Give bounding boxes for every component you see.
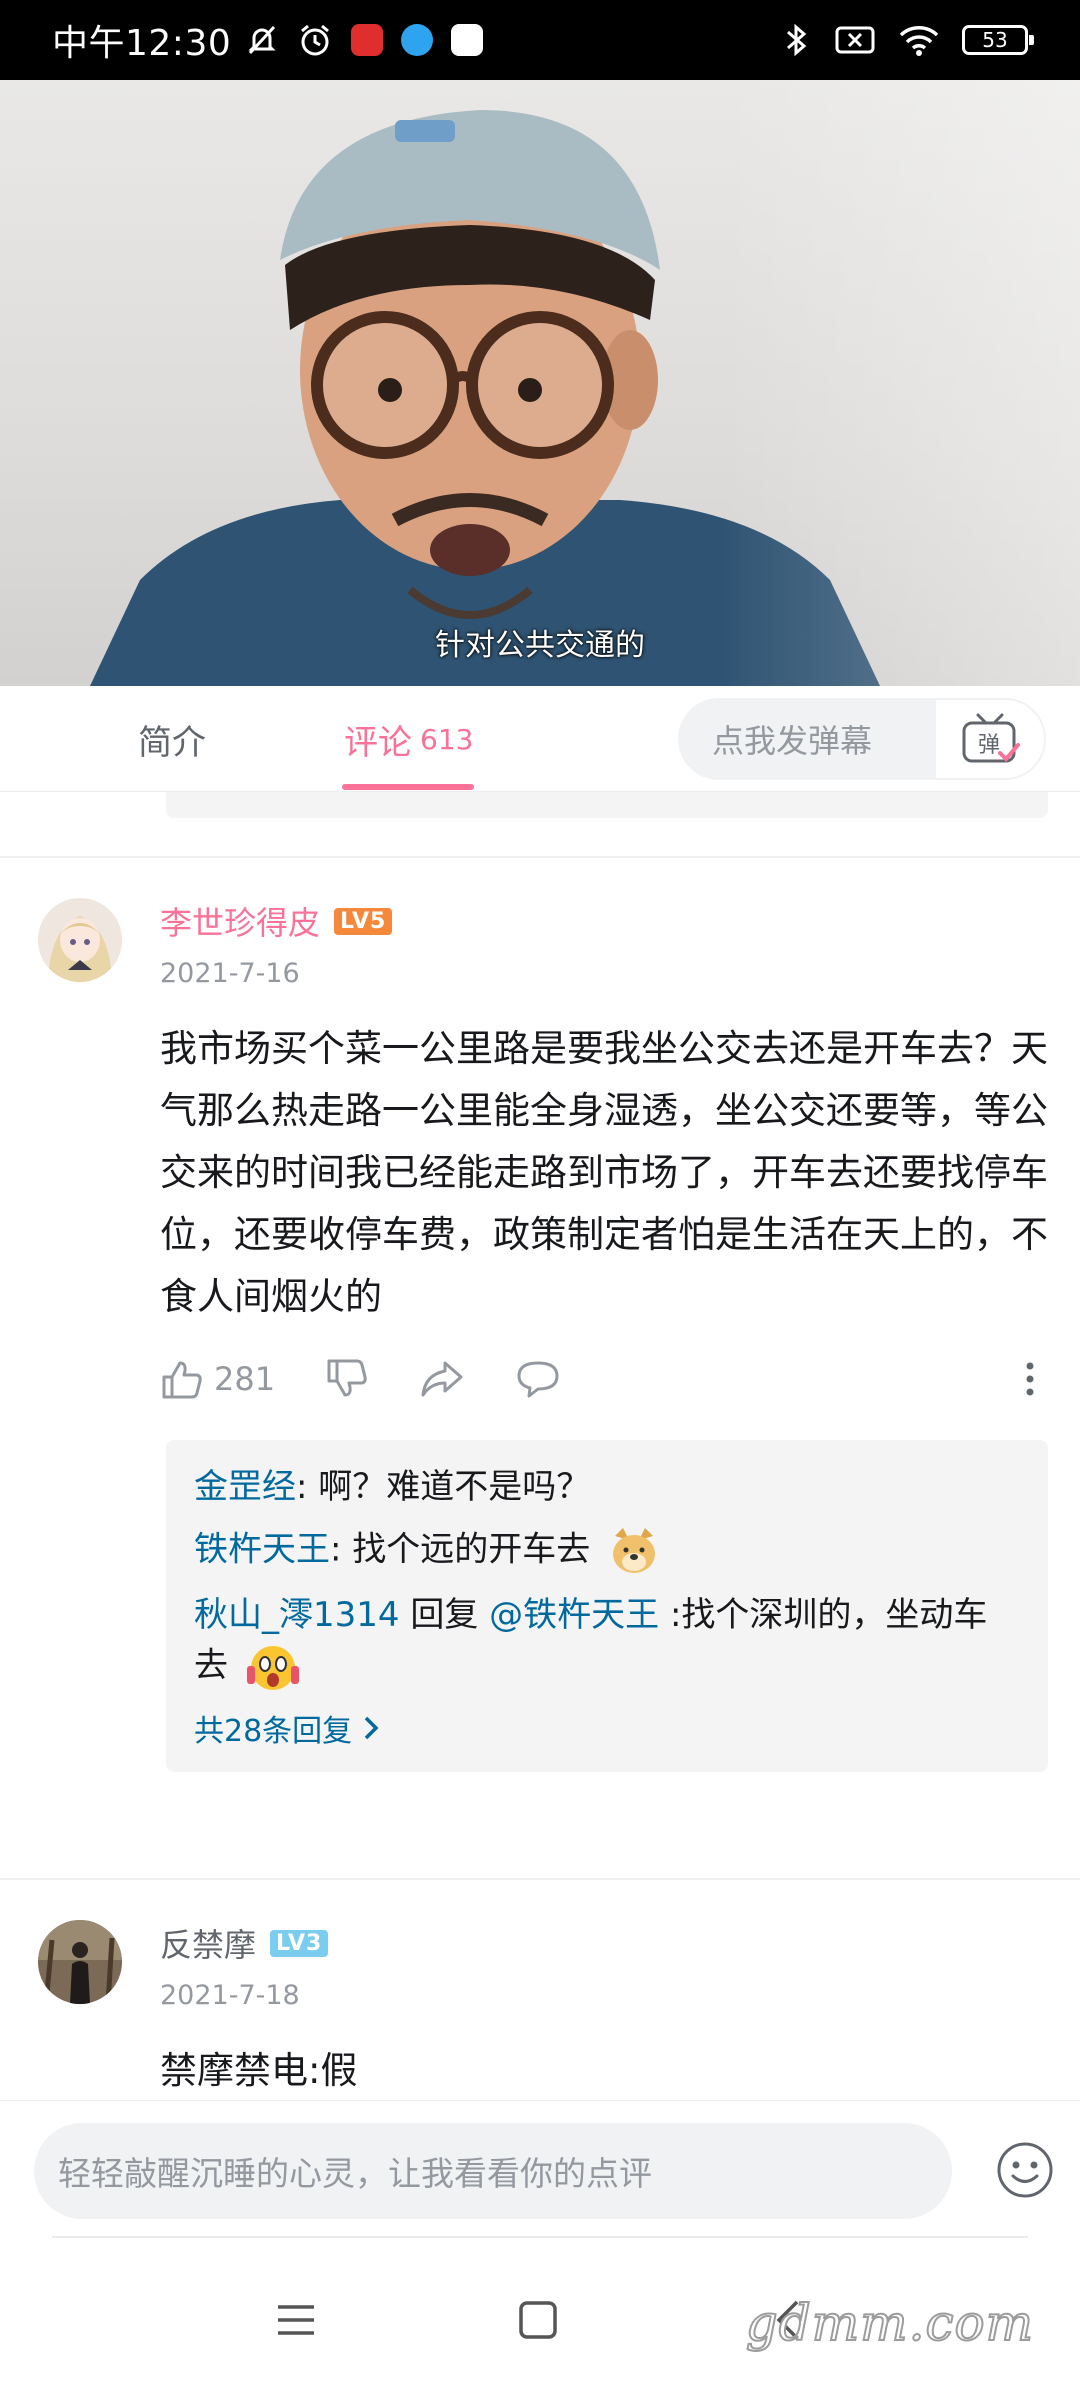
reply-preview-box[interactable]: 金罡经: 啊？难道不是吗？ 铁杵天王: 找个远的开车去 秋山_澪1314 回复 … bbox=[166, 1440, 1048, 1772]
share-button[interactable] bbox=[419, 1357, 465, 1401]
avatar[interactable] bbox=[38, 1920, 122, 2004]
video-background-shade bbox=[720, 80, 1080, 686]
reply-more-label: 共28条回复 bbox=[194, 1714, 353, 1749]
danmaku-placeholder: 点我发弹幕 bbox=[712, 722, 873, 760]
comment-content: 禁摩禁电:假 bbox=[160, 2049, 358, 2092]
watermark: gdmm.com bbox=[745, 2293, 1034, 2353]
tab-bar: 简介 评论 613 点我发弹幕 弹 bbox=[0, 686, 1080, 792]
reply-username[interactable]: 金罡经 bbox=[194, 1467, 296, 1507]
comment-item: 反禁摩 LV3 2021-7-18 禁摩禁电:假 bbox=[0, 1880, 1080, 2100]
view-all-replies-link[interactable]: 共28条回复 bbox=[194, 1706, 1020, 1750]
alarm-icon bbox=[301, 24, 330, 56]
reply-connector: 回复 bbox=[399, 1595, 490, 1635]
status-bar: 中午12:30 53 bbox=[0, 0, 1080, 80]
tab-comments-label: 评论 bbox=[344, 722, 412, 763]
emoji-picker-icon[interactable] bbox=[996, 2141, 1054, 2199]
chevron-right-icon bbox=[364, 1716, 379, 1740]
dislike-button[interactable] bbox=[325, 1357, 369, 1401]
comment-actions: 281 bbox=[160, 1354, 1050, 1404]
comment-date: 2021-7-16 bbox=[160, 958, 300, 989]
anime-avatar-image bbox=[38, 898, 122, 982]
video-player[interactable]: 针对公共交通的 bbox=[0, 80, 1080, 686]
level-badge: LV5 bbox=[334, 907, 393, 935]
tab-intro[interactable]: 简介 bbox=[138, 686, 206, 792]
comment-header: 反禁摩 LV3 bbox=[160, 1920, 329, 1966]
bluetooth-icon bbox=[787, 23, 807, 57]
tab-comments[interactable]: 评论 613 bbox=[344, 686, 473, 792]
status-left-icons bbox=[245, 22, 484, 58]
comment-item: 李世珍得皮 LV5 2021-7-16 我市场买个菜一公里路是要我坐公交去还是开… bbox=[0, 858, 1080, 1878]
like-button[interactable]: 281 bbox=[160, 1357, 275, 1401]
no-sim-icon bbox=[835, 26, 875, 54]
bottom-separator bbox=[52, 2236, 1028, 2238]
more-options-button[interactable] bbox=[1010, 1354, 1050, 1404]
menu-icon bbox=[278, 2305, 314, 2335]
reply-text: : 啊？难道不是吗？ bbox=[296, 1467, 591, 1507]
thumbs-down-icon bbox=[327, 1359, 367, 1397]
wifi-icon bbox=[899, 26, 939, 56]
comment-date: 2021-7-18 bbox=[160, 1980, 300, 2011]
comment-content: 我市场买个菜一公里路是要我坐公交去还是开车去？天气那么热走路一公里能全身湿透，坐… bbox=[160, 1027, 1048, 1318]
danmaku-toggle-button[interactable]: 弹 bbox=[934, 698, 1046, 780]
doge-emoji-icon bbox=[613, 1528, 656, 1573]
comment-username[interactable]: 李世珍得皮 bbox=[160, 898, 320, 944]
reply-line: 金罡经: 啊？难道不是吗？ bbox=[194, 1462, 1020, 1512]
status-right-icons: 53 bbox=[782, 22, 1034, 58]
reply-line: 铁杵天王: 找个远的开车去 bbox=[194, 1524, 1020, 1578]
nav-home-button[interactable] bbox=[508, 2290, 568, 2350]
app-notification-red-icon bbox=[351, 24, 384, 56]
comment-header: 李世珍得皮 LV5 bbox=[160, 898, 393, 944]
comment-bubble-icon bbox=[517, 1361, 559, 1398]
level-badge: LV3 bbox=[270, 1929, 329, 1957]
like-count: 281 bbox=[214, 1360, 276, 1398]
reply-line: 秋山_澪1314 回复 @铁杵天王 :找个深圳的，坐动车去 bbox=[194, 1590, 1020, 1694]
nav-menu-button[interactable] bbox=[266, 2290, 326, 2350]
thumbs-up-icon bbox=[162, 1361, 202, 1399]
share-icon bbox=[421, 1361, 463, 1397]
active-tab-indicator bbox=[342, 784, 474, 790]
person-avatar-image bbox=[38, 1920, 122, 2004]
reply-username[interactable]: 铁杵天王 bbox=[194, 1530, 330, 1570]
danmaku-glyph: 弹 bbox=[978, 733, 1000, 758]
avatar[interactable] bbox=[38, 898, 122, 982]
shocked-emoji-icon bbox=[246, 1646, 299, 1690]
tab-intro-label: 简介 bbox=[138, 722, 206, 763]
reply-mention[interactable]: @铁杵天王 bbox=[489, 1595, 659, 1635]
app-notification-blue-icon bbox=[401, 24, 434, 56]
battery-indicator: 53 bbox=[962, 25, 1034, 55]
comment-input[interactable]: 轻轻敲醒沉睡的心灵，让我看看你的点评 bbox=[34, 2123, 952, 2219]
comment-input-bar: 轻轻敲醒沉睡的心灵，让我看看你的点评 bbox=[0, 2100, 1080, 2240]
reply-button[interactable] bbox=[515, 1357, 561, 1401]
home-square-icon bbox=[519, 2301, 557, 2339]
tab-comments-count: 613 bbox=[420, 722, 474, 756]
danmaku-tv-icon: 弹 bbox=[962, 713, 1020, 763]
more-vertical-icon bbox=[1026, 1362, 1034, 1396]
app-notification-cloud-icon bbox=[451, 24, 484, 56]
status-time: 中午12:30 bbox=[52, 23, 232, 64]
reply-text: : 找个远的开车去 bbox=[330, 1529, 591, 1570]
danmaku-input[interactable]: 点我发弹幕 弹 bbox=[678, 698, 1046, 780]
mute-bell-icon bbox=[248, 25, 276, 55]
reply-username[interactable]: 秋山_澪1314 bbox=[194, 1595, 400, 1635]
video-subtitle: 针对公共交通的 bbox=[435, 628, 645, 663]
previous-reply-box bbox=[166, 792, 1048, 818]
comment-username[interactable]: 反禁摩 bbox=[160, 1920, 256, 1966]
